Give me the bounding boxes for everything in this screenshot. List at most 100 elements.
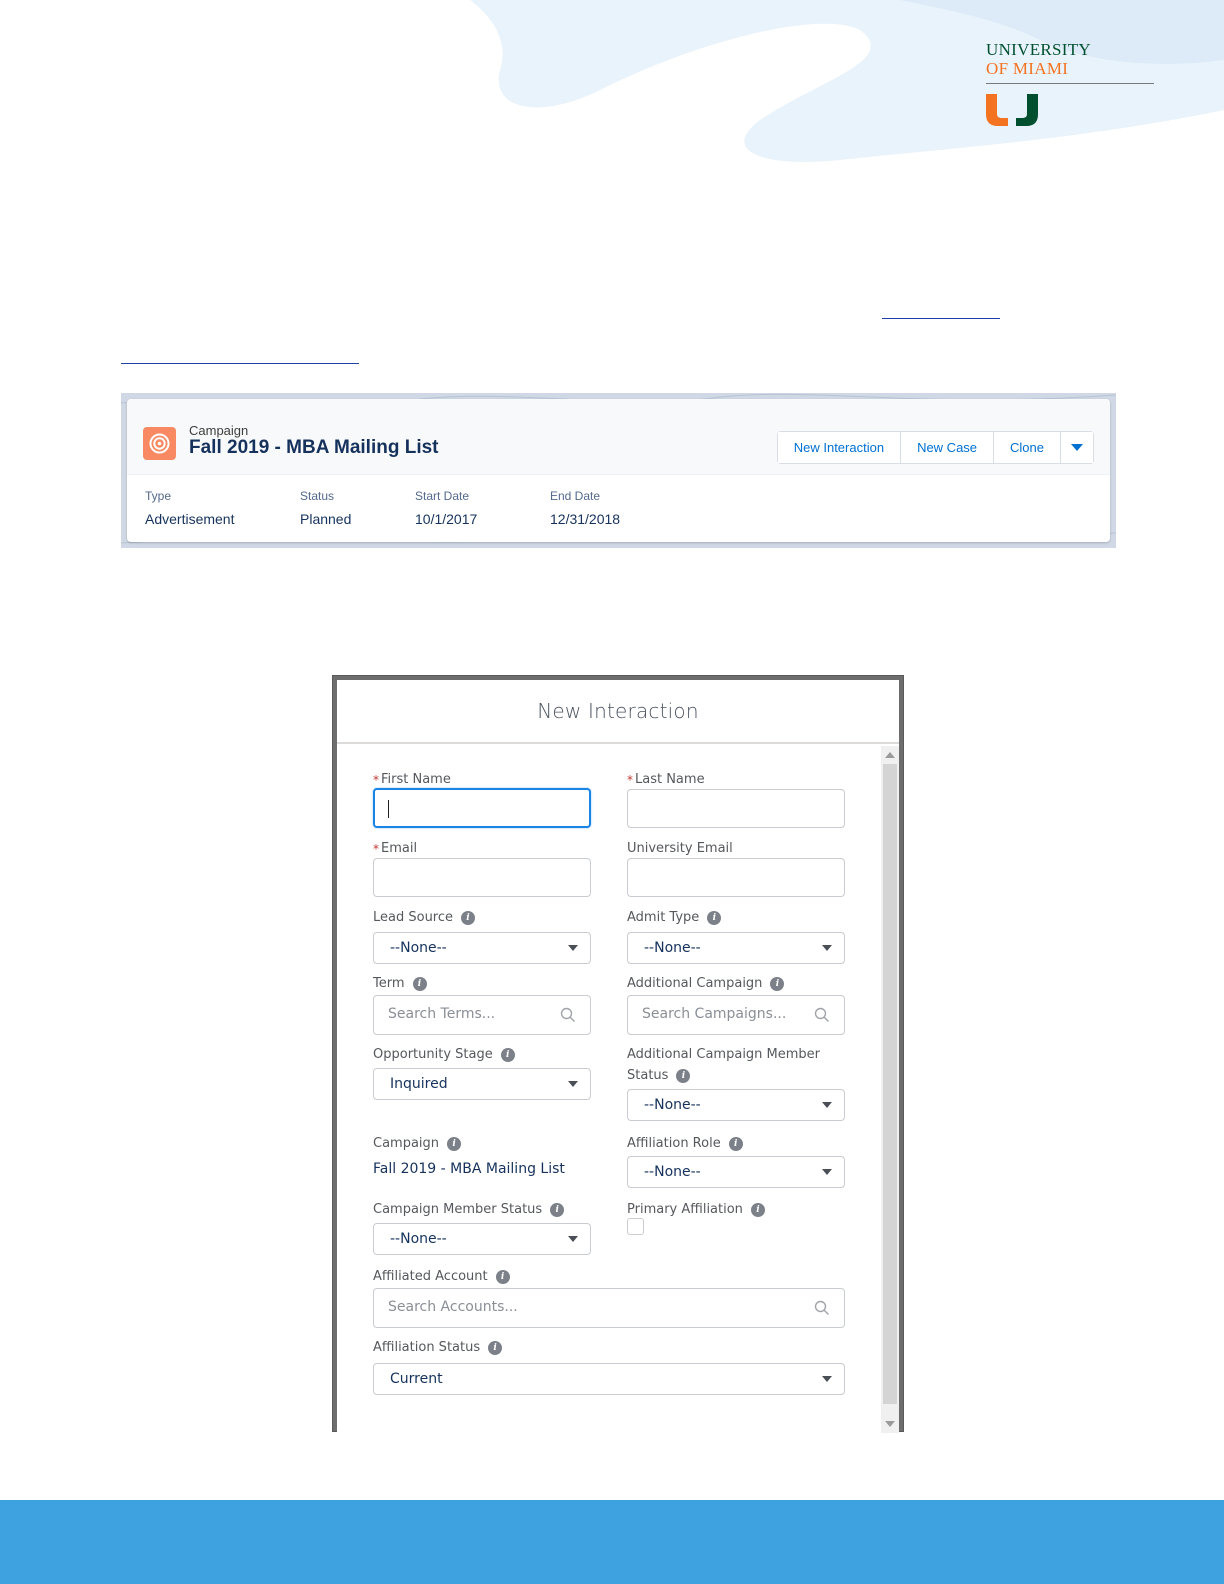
field-value: Advertisement xyxy=(145,511,235,527)
field-label: Status xyxy=(300,489,335,503)
dropdown-arrow-icon xyxy=(568,945,578,951)
scrollbar-thumb[interactable] xyxy=(883,764,897,1404)
new-interaction-modal: New Interaction * First Name * Last Name… xyxy=(337,680,899,1433)
field-label: Type xyxy=(145,489,172,503)
more-actions-button[interactable] xyxy=(1061,432,1093,463)
dropdown-arrow-icon xyxy=(568,1081,578,1087)
scroll-up-arrow-icon[interactable] xyxy=(885,752,895,758)
new-case-button[interactable]: New Case xyxy=(901,432,995,463)
admit-type-label: Admit Type i xyxy=(627,910,722,925)
label-text: Last Name xyxy=(635,772,705,787)
info-icon[interactable]: i xyxy=(707,910,722,925)
logo-divider xyxy=(986,83,1154,84)
required-marker: * xyxy=(627,772,633,787)
email-field[interactable] xyxy=(373,858,591,897)
label-text: Primary Affiliation xyxy=(627,1202,743,1217)
last-name-field[interactable] xyxy=(627,789,845,828)
opportunity-stage-select[interactable]: Inquired xyxy=(373,1068,591,1100)
primary-affiliation-label: Primary Affiliation i xyxy=(627,1202,765,1217)
label-text: Additional Campaign xyxy=(627,976,763,991)
info-icon[interactable]: i xyxy=(750,1202,765,1217)
last-name-label: * Last Name xyxy=(627,772,705,787)
selected-value: Inquired xyxy=(390,1076,448,1092)
logo-text-of-miami: OF MIAMI xyxy=(986,59,1069,78)
field-label: End Date xyxy=(550,489,601,503)
dropdown-arrow-icon xyxy=(822,1376,832,1382)
affiliation-status-select[interactable]: Current xyxy=(373,1363,845,1395)
dropdown-arrow-icon xyxy=(822,1169,832,1175)
lead-source-label: Lead Source i xyxy=(373,910,476,925)
u-logo-icon xyxy=(986,94,1038,126)
label-text: Term xyxy=(373,976,405,991)
highlight-fields: Type Advertisement Status Planned Start … xyxy=(145,489,685,527)
record-title: Fall 2019 - MBA Mailing List xyxy=(189,437,439,458)
action-button-group: New Interaction New Case Clone xyxy=(776,431,1094,464)
info-icon[interactable]: i xyxy=(500,1047,515,1062)
label-text: Additional Campaign Member xyxy=(627,1047,821,1062)
info-icon[interactable]: i xyxy=(461,910,476,925)
modal-scrollbar[interactable] xyxy=(881,746,899,1433)
university-email-label: University Email xyxy=(627,841,733,856)
university-logo: UNIVERSITY OF MIAMI xyxy=(986,40,1154,130)
affiliation-role-select[interactable]: --None-- xyxy=(627,1156,845,1188)
additional-campaign-lookup-input[interactable]: Search Campaigns... xyxy=(627,995,845,1035)
campaign-member-status-label: Campaign Member Status i xyxy=(373,1202,565,1217)
clone-button[interactable]: Clone xyxy=(994,432,1061,463)
label-text: First Name xyxy=(381,772,451,787)
field-end-date: End Date 12/31/2018 xyxy=(550,489,685,527)
label-text: Lead Source xyxy=(373,910,454,925)
first-name-field[interactable] xyxy=(373,788,591,828)
lead-source-select[interactable]: --None-- xyxy=(373,932,591,964)
hyperlink-underline[interactable] xyxy=(121,363,359,364)
affiliated-account-lookup-input[interactable]: Search Accounts... xyxy=(373,1288,845,1328)
campaign-member-status-select[interactable]: --None-- xyxy=(373,1223,591,1255)
search-icon xyxy=(814,1007,829,1022)
modal-body: * First Name * Last Name * Email Univers… xyxy=(337,746,899,1433)
term-lookup-input[interactable]: Search Terms... xyxy=(373,995,591,1035)
university-email-field[interactable] xyxy=(627,858,845,897)
label-text: Affiliated Account xyxy=(373,1269,488,1284)
additional-campaign-label: Additional Campaign i xyxy=(627,976,785,991)
additional-campaign-member-status-select[interactable]: --None-- xyxy=(627,1089,845,1121)
info-icon[interactable]: i xyxy=(447,1136,462,1151)
selected-value: Current xyxy=(390,1371,443,1387)
label-text: Email xyxy=(381,841,418,856)
primary-affiliation-checkbox[interactable] xyxy=(627,1218,644,1235)
footer-band xyxy=(0,1500,1224,1584)
admit-type-select[interactable]: --None-- xyxy=(627,932,845,964)
info-icon[interactable]: i xyxy=(770,976,785,991)
label-text: Status xyxy=(627,1068,669,1083)
label-text: Admit Type xyxy=(627,910,700,925)
first-name-label: * First Name xyxy=(373,772,451,787)
dropdown-arrow-icon xyxy=(568,1236,578,1242)
hyperlink-underline[interactable] xyxy=(882,318,1000,319)
selected-value: --None-- xyxy=(390,940,447,956)
modal-header: New Interaction xyxy=(337,680,899,744)
info-icon[interactable]: i xyxy=(728,1136,743,1151)
campaign-title-bar: Campaign Fall 2019 - MBA Mailing List Ne… xyxy=(127,399,1110,475)
new-interaction-button[interactable]: New Interaction xyxy=(777,432,902,463)
label-text: Opportunity Stage xyxy=(373,1047,493,1062)
dropdown-arrow-icon xyxy=(822,945,832,951)
info-icon[interactable]: i xyxy=(550,1202,565,1217)
label-text: Affiliation Role xyxy=(627,1136,721,1151)
info-icon[interactable]: i xyxy=(495,1269,510,1284)
label-text: Affiliation Status xyxy=(373,1340,481,1355)
info-icon[interactable]: i xyxy=(412,976,427,991)
selected-value: --None-- xyxy=(390,1231,447,1247)
term-label: Term i xyxy=(373,976,427,991)
affiliation-status-label: Affiliation Status i xyxy=(373,1340,503,1355)
additional-campaign-member-status-label: Additional Campaign Member xyxy=(627,1047,820,1062)
additional-campaign-member-status-label-line2: Status i xyxy=(627,1068,691,1083)
search-icon xyxy=(814,1300,829,1315)
required-marker: * xyxy=(373,841,379,856)
chevron-down-icon xyxy=(1071,444,1083,451)
label-text: Campaign xyxy=(373,1136,440,1151)
email-label: * Email xyxy=(373,841,417,856)
info-icon[interactable]: i xyxy=(488,1340,503,1355)
affiliation-role-label: Affiliation Role i xyxy=(627,1136,743,1151)
modal-title: New Interaction xyxy=(537,699,699,723)
info-icon[interactable]: i xyxy=(676,1068,691,1083)
scroll-down-arrow-icon[interactable] xyxy=(885,1421,895,1427)
opportunity-stage-label: Opportunity Stage i xyxy=(373,1047,515,1062)
